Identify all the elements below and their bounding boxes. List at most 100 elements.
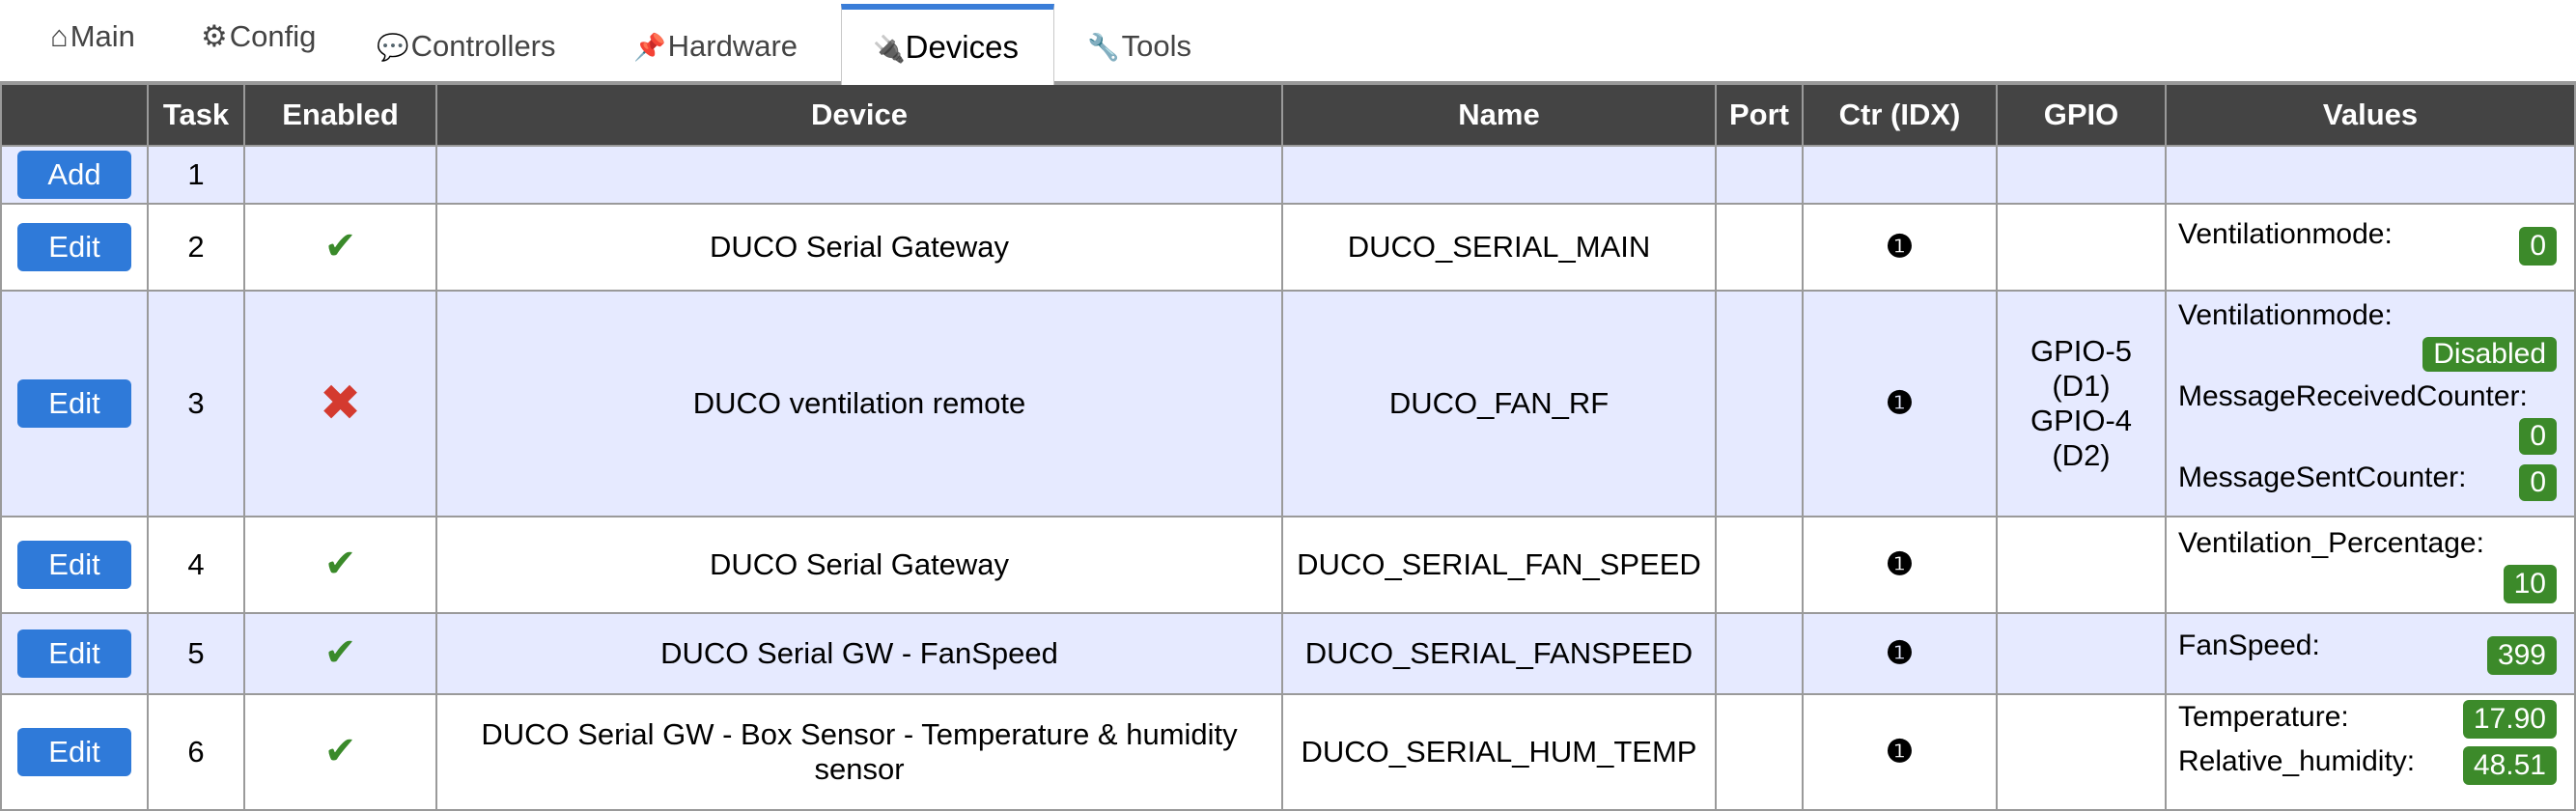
col-header-device: Device bbox=[435, 83, 1283, 147]
tab-hardware[interactable]: 📌Hardware bbox=[633, 27, 798, 66]
tab-bar: ⌂Main ⚙Config 💬Controllers 📌Hardware 🔌De… bbox=[0, 0, 2576, 85]
tab-tools[interactable]: 🔧Tools bbox=[1087, 27, 1191, 66]
value-label: FanSpeed: bbox=[2178, 629, 2320, 661]
controller-info-icon: ❶ bbox=[1886, 384, 1914, 421]
tab-main-label: Main bbox=[70, 19, 135, 53]
table-row: Edit 3 ✖ DUCO ventilation remote DUCO_FA… bbox=[0, 290, 2576, 517]
value-badge: 0 bbox=[2519, 464, 2557, 501]
gpio-cell bbox=[1996, 516, 2167, 614]
disabled-cross-icon: ✖ bbox=[319, 376, 362, 432]
col-header-action bbox=[0, 83, 149, 147]
plug-icon: 🔌 bbox=[873, 35, 906, 64]
tab-controllers[interactable]: 💬Controllers bbox=[377, 27, 556, 66]
enabled-check-icon: ✔ bbox=[323, 224, 357, 267]
value-label: MessageReceivedCounter: bbox=[2178, 380, 2528, 412]
col-header-gpio: GPIO bbox=[1996, 83, 2167, 147]
name-cell bbox=[1281, 145, 1717, 205]
col-header-enabled: Enabled bbox=[243, 83, 437, 147]
value-badge: 48.51 bbox=[2462, 746, 2557, 785]
edit-button[interactable]: Edit bbox=[17, 541, 131, 589]
value-row: Ventilationmode: 0 bbox=[2170, 206, 2570, 289]
gpio-cell bbox=[1996, 145, 2167, 205]
edit-button[interactable]: Edit bbox=[17, 223, 131, 271]
name-cell: DUCO_SERIAL_HUM_TEMP bbox=[1281, 693, 1717, 811]
device-cell bbox=[435, 145, 1283, 205]
gpio-cell bbox=[1996, 203, 2167, 292]
tab-controllers-label: Controllers bbox=[410, 29, 556, 63]
gpio-line: GPIO-5 bbox=[2030, 334, 2133, 368]
value-badge: 17.90 bbox=[2462, 700, 2557, 739]
value-badge: Disabled bbox=[2422, 337, 2557, 372]
device-cell: DUCO Serial GW - FanSpeed bbox=[435, 612, 1283, 695]
pushpin-icon: 📌 bbox=[633, 33, 666, 62]
col-header-port: Port bbox=[1715, 83, 1804, 147]
port-cell bbox=[1715, 290, 1804, 517]
tab-devices-label: Devices bbox=[905, 29, 1019, 65]
edit-button[interactable]: Edit bbox=[17, 728, 131, 776]
value-label: Temperature: bbox=[2178, 701, 2349, 733]
name-cell: DUCO_SERIAL_FAN_SPEED bbox=[1281, 516, 1717, 614]
enabled-check-icon: ✔ bbox=[323, 729, 357, 772]
device-cell: DUCO ventilation remote bbox=[435, 290, 1283, 517]
controller-info-icon: ❶ bbox=[1886, 545, 1914, 582]
speech-bubble-icon: 💬 bbox=[377, 33, 409, 62]
values-cell: Ventilationmode: Disabled MessageReceive… bbox=[2165, 290, 2576, 517]
values-cell: Temperature: 17.90 Relative_humidity: 48… bbox=[2165, 693, 2576, 811]
tab-hardware-label: Hardware bbox=[667, 29, 798, 63]
name-cell: DUCO_SERIAL_MAIN bbox=[1281, 203, 1717, 292]
col-header-ctr-idx: Ctr (IDX) bbox=[1802, 83, 1998, 147]
gpio-cell bbox=[1996, 612, 2167, 695]
controller-info-icon: ❶ bbox=[1886, 733, 1914, 769]
name-cell: DUCO_FAN_RF bbox=[1281, 290, 1717, 517]
enabled-check-icon: ✔ bbox=[323, 542, 357, 585]
tab-config[interactable]: ⚙Config bbox=[201, 17, 316, 56]
table-row: Edit 2 ✔ DUCO Serial Gateway DUCO_SERIAL… bbox=[0, 203, 2576, 292]
table-row: Edit 4 ✔ DUCO Serial Gateway DUCO_SERIAL… bbox=[0, 516, 2576, 614]
value-label: Ventilation_Percentage: bbox=[2178, 527, 2484, 559]
table-row: Add 1 bbox=[0, 145, 2576, 205]
wrench-icon: 🔧 bbox=[1087, 33, 1120, 62]
ctr-cell bbox=[1802, 145, 1998, 205]
edit-button[interactable]: Edit bbox=[17, 629, 131, 678]
port-cell bbox=[1715, 612, 1804, 695]
value-label: MessageSentCounter: bbox=[2178, 461, 2467, 493]
values-cell: FanSpeed: 399 bbox=[2165, 612, 2576, 695]
add-button[interactable]: Add bbox=[17, 151, 131, 199]
gpio-line: (D2) bbox=[2052, 438, 2111, 472]
home-icon: ⌂ bbox=[50, 19, 69, 53]
value-label: Ventilationmode: bbox=[2178, 218, 2393, 250]
tab-tools-label: Tools bbox=[1121, 29, 1191, 63]
enabled-check-icon: ✔ bbox=[323, 630, 357, 674]
controller-info-icon: ❶ bbox=[1886, 634, 1914, 671]
task-number: 4 bbox=[147, 516, 245, 614]
device-cell: DUCO Serial Gateway bbox=[435, 203, 1283, 292]
device-cell: DUCO Serial Gateway bbox=[435, 516, 1283, 614]
task-number: 2 bbox=[147, 203, 245, 292]
value-label: Ventilationmode: bbox=[2178, 299, 2393, 331]
table-row: Edit 6 ✔ DUCO Serial GW - Box Sensor - T… bbox=[0, 693, 2576, 811]
col-header-name: Name bbox=[1281, 83, 1717, 147]
port-cell bbox=[1715, 145, 1804, 205]
task-number: 3 bbox=[147, 290, 245, 517]
values-cell: Ventilation_Percentage: 10 bbox=[2165, 516, 2576, 614]
enabled-cell bbox=[243, 145, 437, 205]
gear-icon: ⚙ bbox=[201, 19, 228, 53]
tab-devices[interactable]: 🔌Devices bbox=[841, 4, 1054, 85]
edit-button[interactable]: Edit bbox=[17, 379, 131, 428]
values-cell: Ventilationmode: 0 bbox=[2165, 203, 2576, 292]
task-number: 5 bbox=[147, 612, 245, 695]
controller-info-icon: ❶ bbox=[1886, 228, 1914, 265]
gpio-cell: GPIO-5 (D1) GPIO-4 (D2) bbox=[1996, 290, 2167, 517]
col-header-task: Task bbox=[147, 83, 245, 147]
value-badge: 0 bbox=[2519, 227, 2557, 266]
tab-main[interactable]: ⌂Main bbox=[50, 17, 135, 56]
device-cell: DUCO Serial GW - Box Sensor - Temperatur… bbox=[435, 693, 1283, 811]
table-header-row: Task Enabled Device Name Port Ctr (IDX) … bbox=[0, 83, 2576, 147]
port-cell bbox=[1715, 693, 1804, 811]
gpio-cell bbox=[1996, 693, 2167, 811]
values-cell bbox=[2165, 145, 2576, 205]
gpio-line: GPIO-4 bbox=[2030, 404, 2133, 437]
value-label: Relative_humidity: bbox=[2178, 745, 2416, 777]
col-header-values: Values bbox=[2165, 83, 2576, 147]
table-row: Edit 5 ✔ DUCO Serial GW - FanSpeed DUCO_… bbox=[0, 612, 2576, 695]
